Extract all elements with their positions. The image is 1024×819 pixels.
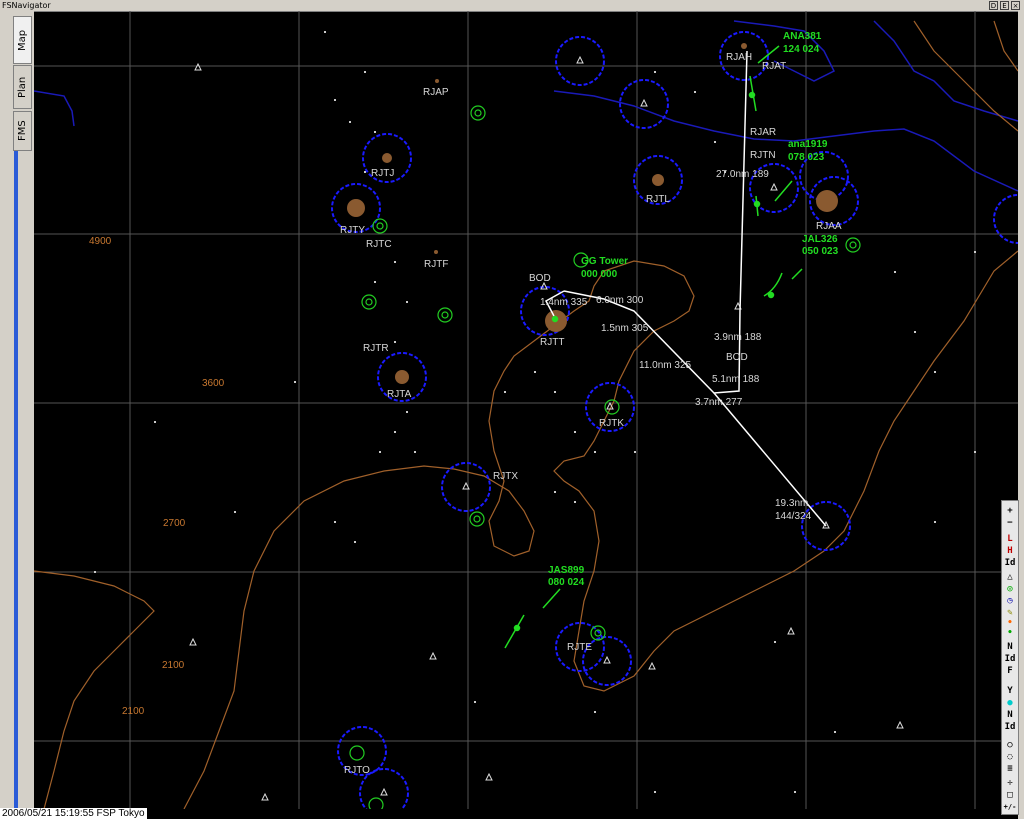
elevation-label: 2700: [163, 518, 186, 529]
window-button-d[interactable]: D: [989, 1, 998, 10]
circle-icon[interactable]: ○: [1003, 739, 1017, 751]
airport-label-rjar: RJAR: [750, 127, 776, 138]
airport-label-rjtf: RJTF: [424, 259, 448, 270]
elevation-label: 3600: [202, 378, 225, 389]
elevation-label: 2100: [122, 706, 145, 717]
tab-label: FMS: [17, 120, 28, 142]
waypoint-label-bod: BOD: [529, 273, 551, 284]
toggle-id-button[interactable]: Id: [1003, 557, 1017, 569]
traffic-data-gg-tower: 000 000: [581, 269, 618, 280]
route-leg-label: 3.9nm 188: [714, 332, 762, 343]
airport-label-rjtt: RJTT: [540, 337, 564, 348]
route-leg-label: 3.7nm 277: [695, 397, 743, 408]
tab-plan[interactable]: Plan: [13, 65, 32, 109]
elevation-label: 4900: [89, 236, 112, 247]
traffic-data-jas899: 080 024: [548, 577, 585, 588]
airport-label-rjto: RJTO: [344, 765, 370, 776]
airport-label-rjap: RJAP: [423, 87, 449, 98]
traffic-data-ana1919: 078 023: [788, 152, 825, 163]
list-icon[interactable]: ≡: [1003, 763, 1017, 775]
route-leg-label: 27.0nm 189: [716, 169, 769, 180]
elevation-label: 2100: [162, 660, 185, 671]
route-leg-label: 19.3nm: [775, 498, 808, 509]
route-leg-label: 144/324: [775, 511, 812, 522]
zoom-in-button[interactable]: +: [1003, 505, 1017, 517]
traffic-data-jal326: 050 023: [802, 246, 839, 257]
airport-label-rjta: RJTA: [387, 389, 412, 400]
window-title: FSNavigator: [2, 1, 51, 10]
airport-label-rjat: RJAT: [762, 61, 786, 72]
balloon-icon[interactable]: ◌: [1003, 751, 1017, 763]
tab-fms[interactable]: FMS: [13, 111, 32, 151]
clock-icon[interactable]: ◷: [1003, 595, 1017, 607]
airport-label-rjtj: RJTJ: [371, 168, 394, 179]
tab-map[interactable]: Map: [13, 16, 32, 64]
waypoint-label-bod: BOD: [726, 352, 748, 363]
intersection-toggle-icon[interactable]: •: [1003, 627, 1017, 639]
map-toolbar: + − L H Id △ ◎ ◷ ✎ • • N Id F Y ● N Id ○…: [1001, 500, 1019, 815]
traffic-data-ana381: 124 024: [783, 44, 820, 55]
route-leg-label: 1.5nm 305: [601, 323, 649, 334]
airport-label-rjtk: RJTK: [599, 418, 624, 429]
window-button-e[interactable]: E: [1000, 1, 1009, 10]
airport-label-rjte: RJTE: [567, 642, 592, 653]
toggle-f-button[interactable]: F: [1003, 665, 1017, 677]
tab-indicator-strip: [14, 151, 18, 811]
plus-minus-icon[interactable]: +/-: [1003, 801, 1017, 813]
traffic-callsign-jal326: JAL326: [802, 234, 838, 245]
toggle-l-button[interactable]: L: [1003, 533, 1017, 545]
status-bar: 2006/05/21 15:19:55 FSP Tokyo: [0, 808, 147, 819]
vor-toggle-icon[interactable]: △: [1003, 571, 1017, 583]
coastline: [34, 20, 1018, 192]
toggle-n2-button[interactable]: N: [1003, 709, 1017, 721]
route-leg-label: 5.1nm 188: [712, 374, 760, 385]
toggle-id3-button[interactable]: Id: [1003, 721, 1017, 733]
navigation-map[interactable]: RJAP RJTJ RJTY RJTC RJTF RJTR RJTA RJTT …: [34, 11, 1018, 809]
toggle-n-button[interactable]: N: [1003, 641, 1017, 653]
toggle-h-button[interactable]: H: [1003, 545, 1017, 557]
airport-label-rjty: RJTY: [340, 225, 365, 236]
airport-label-rjtc: RJTC: [366, 239, 392, 250]
close-button[interactable]: ×: [1011, 1, 1020, 10]
airport-label-rjtl: RJTL: [646, 194, 670, 205]
traffic-callsign-ana381: ANA381: [783, 31, 822, 42]
square-icon[interactable]: □: [1003, 789, 1017, 801]
flight-route: [544, 50, 827, 527]
airport-label-rjtr: RJTR: [363, 343, 389, 354]
airport-label-rjtn: RJTN: [750, 150, 776, 161]
vor-circles: [331, 31, 1018, 809]
route-leg-labels: 27.0nm 189 1.4nm 335 6.0nm 300 1.5nm 305…: [529, 169, 812, 522]
crosshair-icon[interactable]: ✛: [1003, 777, 1017, 789]
waypoint-triangles: [189, 55, 904, 801]
terrain-contour: [34, 20, 1018, 809]
airport-symbols: [347, 43, 838, 384]
ndb-markers: [349, 105, 861, 809]
airport-label-rjtx: RJTX: [493, 471, 518, 482]
airport-label-rjah: RJAH: [726, 52, 752, 63]
route-leg-label: 11.0nm 325: [639, 360, 692, 371]
traffic-toggle-icon[interactable]: ●: [1003, 697, 1017, 709]
traffic-callsign-gg-tower: GG Tower: [581, 256, 628, 267]
ndb-toggle-icon[interactable]: ◎: [1003, 583, 1017, 595]
airway-toggle-icon[interactable]: Y: [1003, 685, 1017, 697]
tab-label: Map: [17, 29, 28, 51]
route-leg-label: 6.0nm 300: [596, 295, 644, 306]
traffic-callsign-jas899: JAS899: [548, 565, 585, 576]
intersection-dots: [94, 31, 976, 793]
traffic-callsign-ana1919: ana1919: [788, 139, 828, 150]
route-leg-label: 1.4nm 335: [540, 297, 588, 308]
airport-label-rjaa: RJAA: [816, 221, 842, 232]
terrain-elevations: 4900 3600 2700 2100 2100: [89, 236, 225, 717]
tab-label: Plan: [17, 76, 28, 98]
zoom-out-button[interactable]: −: [1003, 517, 1017, 529]
left-tab-bar: Map Plan FMS: [0, 11, 34, 819]
toggle-id2-button[interactable]: Id: [1003, 653, 1017, 665]
